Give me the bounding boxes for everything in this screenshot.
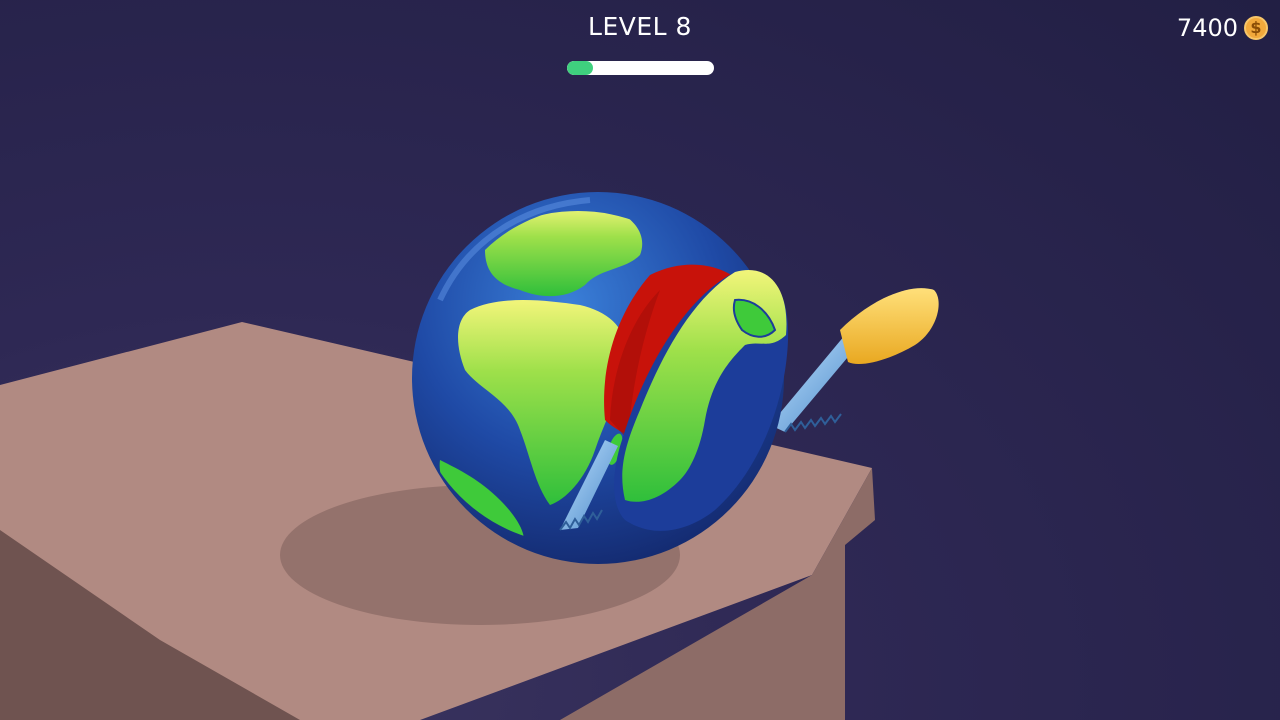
coin-count: 7400 bbox=[1176, 14, 1238, 42]
game-scene[interactable] bbox=[0, 0, 1280, 720]
knife[interactable] bbox=[770, 288, 939, 433]
level-title: LEVEL 8 bbox=[588, 12, 692, 41]
dollar-coin-icon: $ bbox=[1244, 16, 1268, 40]
knife-handle bbox=[840, 288, 939, 365]
coin-counter: 7400 $ bbox=[1177, 14, 1268, 42]
level-progress-fill bbox=[567, 61, 594, 75]
level-progress-bar bbox=[567, 61, 714, 75]
